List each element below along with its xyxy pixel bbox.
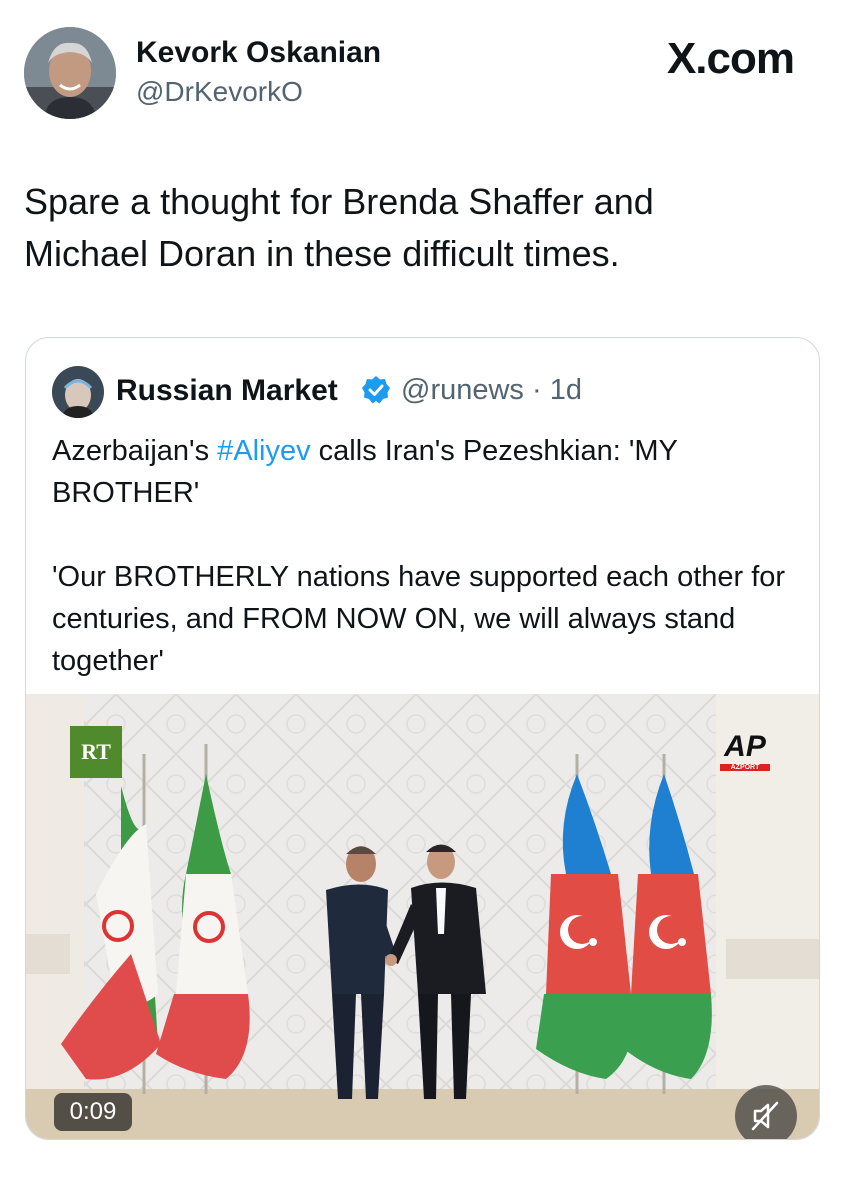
quoted-author-avatar[interactable]: [52, 366, 104, 418]
ap-watermark: AP AZPORT: [720, 732, 770, 771]
quoted-tweet-text: Azerbaijan's #Aliyev calls Iran's Pezesh…: [52, 430, 792, 724]
author-name[interactable]: Kevork Oskanian: [136, 36, 381, 70]
quoted-handle-time[interactable]: @runews · 1d: [401, 374, 582, 407]
quoted-author-name[interactable]: Russian Market: [116, 374, 338, 408]
tweet-text-line-2: Michael Doran in these difficult times.: [24, 233, 620, 274]
video-player[interactable]: RT AP AZPORT 0:09: [26, 694, 819, 1139]
x-com-logo: X.com: [666, 34, 795, 83]
tweet-text: Spare a thought for Brenda Shaffer and M…: [24, 176, 804, 280]
mute-toggle-button[interactable]: [735, 1085, 797, 1139]
author-handle[interactable]: @DrKevorkO: [136, 76, 303, 108]
verified-badge-icon: [362, 376, 390, 404]
quoted-tweet-card[interactable]: Russian Market @runews · 1d Azerbaijan's…: [25, 337, 820, 1140]
quoted-headline: Azerbaijan's #Aliyev calls Iran's Pezesh…: [52, 430, 792, 514]
ap-watermark-text: AP: [724, 730, 766, 763]
tweet-text-line-1: Spare a thought for Brenda Shaffer and: [24, 181, 654, 222]
ap-watermark-sub: AZPORT: [720, 764, 770, 771]
hashtag-link[interactable]: #Aliyev: [217, 435, 311, 467]
quoted-statement: 'Our BROTHERLY nations have supported ea…: [52, 561, 786, 677]
rt-watermark: RT: [70, 726, 122, 778]
muted-speaker-icon: [751, 1101, 779, 1131]
author-avatar[interactable]: [24, 27, 116, 119]
quoted-headline-start: Azerbaijan's: [52, 435, 218, 467]
video-frame: [26, 694, 819, 1139]
video-duration-badge: 0:09: [54, 1093, 132, 1131]
